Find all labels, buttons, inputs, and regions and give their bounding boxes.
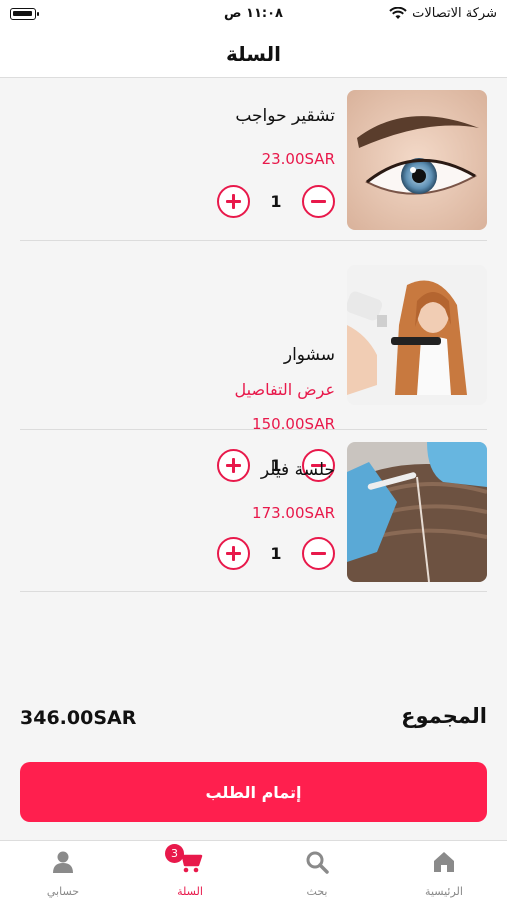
tab-label: السلة [177,885,203,898]
tab-cart[interactable]: 3 السلة [127,841,253,900]
quantity-stepper: 1 [217,537,335,571]
item-image-blowdry[interactable] [347,265,487,405]
tab-label: بحث [306,885,328,898]
app-header: السلة [0,30,507,78]
carrier-name: شركة الاتصالات [412,6,497,21]
status-carrier: شركة الاتصالات [389,6,497,21]
user-icon [50,849,76,875]
tab-home[interactable]: الرئيسية [381,841,507,900]
item-image-eyebrow[interactable] [347,90,487,230]
status-bar: شركة الاتصالات ١١:٠٨ ص [0,0,507,30]
wifi-icon [389,7,407,19]
item-price: 23.00SAR [261,150,335,168]
tab-label: الرئيسية [425,885,463,898]
tab-search[interactable]: بحث [254,841,380,900]
item-name: جلسة فيلر [260,460,335,480]
checkout-button[interactable]: إتمام الطلب [20,762,487,822]
decrease-qty-button[interactable] [302,537,335,570]
search-icon [304,849,330,875]
cart-item: سشوار عرض التفاصيل 150.00SAR 1 [20,253,487,482]
decrease-qty-button[interactable] [302,185,335,218]
total-label: المجموع [401,704,487,728]
cart-item: جلسة فيلر 173.00SAR 1 [20,430,487,592]
cart-icon: 3 [165,844,203,875]
item-image-filler[interactable] [347,442,487,582]
blowdry-photo [347,265,487,405]
total-row: المجموع 346.00SAR [20,704,487,738]
minus-icon [311,552,326,555]
status-time: ١١:٠٨ ص [224,6,283,21]
item-price: 173.00SAR [252,504,335,522]
quantity-stepper: 1 [217,185,335,219]
minus-icon [311,200,326,203]
total-value: 346.00SAR [20,707,137,729]
tab-account[interactable]: حسابي [0,841,126,900]
tab-bar: الرئيسية بحث 3 السلة حسابي [0,840,507,900]
cart-item: تشقير حواجب 23.00SAR 1 [20,78,487,241]
filler-photo [347,442,487,582]
item-name: تشقير حواجب [235,106,335,126]
page-title: السلة [225,41,281,66]
item-name-visible: سشوار [283,345,335,365]
view-details-link[interactable]: عرض التفاصيل [235,380,335,399]
tab-label: حسابي [46,885,80,898]
eyebrow-photo [347,90,487,230]
battery-tip [37,12,39,16]
battery-icon [10,8,36,20]
cart-badge: 3 [165,844,184,863]
home-icon [431,849,457,875]
